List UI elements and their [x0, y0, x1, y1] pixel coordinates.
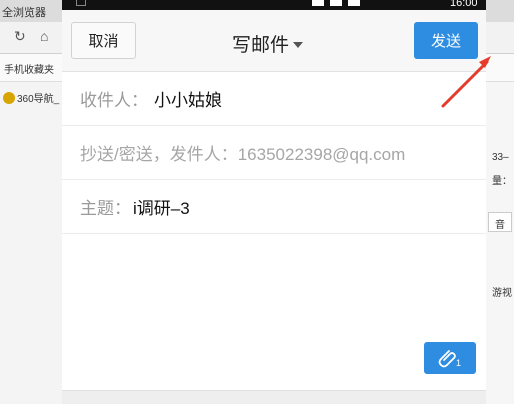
compose-title[interactable]: 写邮件 [232, 30, 304, 57]
browser-right-panel: 33– 量： 音 游视 [486, 82, 514, 404]
signal-icons [312, 0, 360, 8]
message-body[interactable]: 1 [62, 234, 486, 390]
nav360-icon [3, 91, 15, 104]
favorites-item[interactable]: 手机收藏夹 [4, 61, 54, 76]
subject-field[interactable]: 主题： i调研–3 [62, 180, 486, 234]
right-fragment-1: 33– [492, 152, 509, 163]
attachment-count: 1 [456, 358, 461, 368]
attachment-button[interactable]: 1 [424, 342, 476, 374]
refresh-icon[interactable]: ↻ [14, 28, 26, 45]
cc-bcc-from-field[interactable]: 抄送/密送，发件人：1635022398@qq.com [62, 126, 486, 180]
bottom-strip [62, 390, 486, 404]
browser-left-panel: 360导航_ [0, 82, 62, 404]
nav360-tab[interactable]: 360导航_ [3, 90, 59, 105]
to-label: 收件人： [80, 91, 148, 110]
right-fragment-4: 游视 [492, 288, 512, 299]
wifi-icon [312, 0, 324, 6]
browser-title-text: 全浏览器 [2, 7, 46, 19]
status-time: 16:00 [450, 0, 478, 9]
compose-title-text: 写邮件 [232, 35, 290, 56]
cancel-button[interactable]: 取消 [71, 22, 136, 59]
right-fragment-3: 音 [495, 220, 505, 231]
compose-form: 收件人： 小小姑娘 抄送/密送，发件人：1635022398@qq.com 主题… [62, 72, 486, 234]
to-recipient[interactable]: 小小姑娘 [154, 86, 222, 111]
home-icon[interactable]: ⌂ [40, 28, 48, 44]
right-fragment-box: 音 [488, 212, 512, 232]
battery-icon [348, 0, 360, 6]
paperclip-icon: 1 [438, 350, 461, 368]
to-field[interactable]: 收件人： 小小姑娘 [62, 72, 486, 126]
right-fragment-2: 量： [492, 176, 512, 187]
cc-bcc-from-label: 抄送/密送，发件人：1635022398@qq.com [80, 145, 406, 164]
compose-header: 取消 写邮件 发送 [62, 10, 486, 72]
red-arrow-annotation [441, 56, 491, 108]
notification-icon [76, 0, 86, 6]
subject-value[interactable]: i调研–3 [133, 194, 190, 219]
status-bar: 16:00 [62, 0, 486, 10]
subject-label: 主题： [80, 199, 131, 218]
nav360-label: 360导航_ [17, 94, 60, 105]
phone-screen: 16:00 取消 写邮件 发送 收件人： 小小姑娘 抄送/密送，发件人：1635… [62, 0, 491, 404]
caret-down-icon [293, 41, 304, 48]
signal-icon [330, 0, 342, 6]
